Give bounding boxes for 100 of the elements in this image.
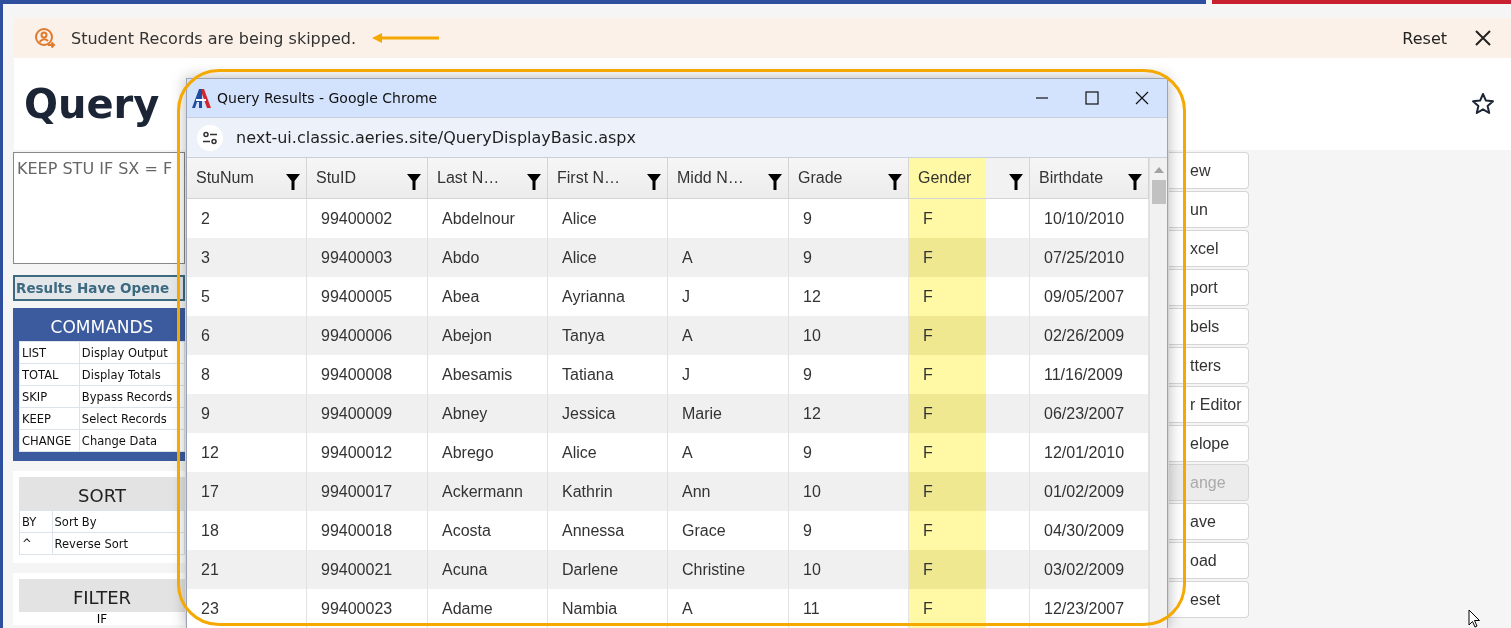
action-button[interactable]: oad: [1169, 542, 1249, 579]
header-label: StuNum: [196, 169, 254, 187]
table-cell: Darlene: [562, 560, 619, 579]
table-cell: Adame: [442, 599, 493, 618]
table-cell: 9: [803, 443, 812, 462]
action-button[interactable]: xcel: [1169, 230, 1249, 267]
description-cell: Display Output: [79, 341, 185, 364]
table-cell: A: [682, 326, 693, 345]
table-cell: 09/05/2007: [1044, 287, 1125, 306]
filter-icon[interactable]: [647, 174, 661, 190]
table-cell: Abdelnour: [442, 209, 515, 228]
table-cell: 99400017: [321, 482, 393, 501]
table-cell: 10: [803, 326, 821, 345]
filter-icon[interactable]: [527, 174, 541, 190]
status-message: Results Have Opene: [13, 275, 185, 301]
table-cell: J: [682, 287, 690, 306]
action-button[interactable]: r Editor: [1169, 386, 1249, 423]
table-cell: Abejon: [442, 326, 492, 345]
action-button[interactable]: ave: [1169, 503, 1249, 540]
scrollbar[interactable]: [1149, 158, 1167, 628]
description-cell: Select Records: [79, 407, 185, 430]
table-cell: A: [682, 443, 693, 462]
column-header[interactable]: Last N…: [428, 158, 548, 199]
table-cell: 11: [803, 599, 820, 618]
scrollbar-thumb[interactable]: [1152, 180, 1166, 204]
header-label: Grade: [798, 169, 843, 187]
table-cell: Tatiana: [562, 365, 614, 384]
table-cell: 9: [803, 365, 812, 384]
table-cell: 02/26/2009: [1044, 326, 1125, 345]
action-button[interactable]: bels: [1169, 308, 1249, 345]
table-cell: Tanya: [562, 326, 605, 345]
table-cell: 5: [201, 287, 210, 306]
table-cell: 12: [803, 287, 821, 306]
table-cell: 06/23/2007: [1044, 404, 1125, 423]
table-cell: Kathrin: [562, 482, 613, 501]
close-icon[interactable]: [1475, 30, 1491, 46]
star-icon[interactable]: [1471, 92, 1495, 116]
command-cell: BY: [19, 510, 53, 533]
command-cell: KEEP: [19, 407, 80, 430]
column-header[interactable]: StuID: [307, 158, 428, 199]
table-cell: 21: [201, 560, 219, 579]
action-button[interactable]: elope: [1169, 425, 1249, 462]
table-cell: 12/01/2010: [1044, 443, 1125, 462]
action-button[interactable]: ew: [1169, 152, 1249, 189]
table-cell: 17: [201, 482, 219, 501]
table-cell: F: [923, 599, 933, 618]
reset-button[interactable]: Reset: [1398, 26, 1451, 50]
table-cell: 2: [201, 209, 210, 228]
column-header[interactable]: Birthdate: [1030, 158, 1149, 199]
table-cell: Acuna: [442, 560, 488, 579]
window-title: Query Results - Google Chrome: [217, 90, 439, 106]
panel-title: FILTER: [19, 579, 185, 612]
table-cell: 10: [803, 482, 821, 501]
panel-title: COMMANDS: [49, 316, 155, 339]
action-button[interactable]: eset: [1169, 581, 1249, 618]
table-cell: 99400002: [321, 209, 393, 228]
table-cell: 6: [201, 326, 210, 345]
table-cell: 9: [803, 521, 812, 540]
table-cell: F: [923, 287, 933, 306]
column-header[interactable]: StuNum: [187, 158, 307, 199]
command-cell: ^: [19, 532, 53, 555]
table-cell: Abrego: [442, 443, 494, 462]
table-cell: F: [923, 560, 933, 579]
action-button[interactable]: un: [1169, 191, 1249, 228]
site-settings-icon[interactable]: [197, 124, 223, 151]
close-icon[interactable]: [1135, 91, 1149, 105]
filter-icon[interactable]: [1128, 174, 1142, 190]
table-cell: Jessica: [562, 404, 616, 423]
logo-icon: [191, 88, 211, 108]
table-cell: F: [923, 404, 933, 423]
maximize-icon[interactable]: [1085, 91, 1099, 105]
filter-icon[interactable]: [407, 174, 421, 190]
table-cell: 3: [201, 248, 210, 267]
filter-icon[interactable]: [888, 174, 902, 190]
action-button[interactable]: port: [1169, 269, 1249, 306]
column-header[interactable]: Midd N…: [668, 158, 789, 199]
url-text[interactable]: next-ui.classic.aeries.site/QueryDisplayBasic.aspx: [236, 128, 636, 147]
table-cell: 99400021: [321, 560, 393, 579]
command-cell: TOTAL: [19, 363, 80, 386]
table-cell: 12: [201, 443, 219, 462]
table-cell: 99400006: [321, 326, 393, 345]
table-cell: F: [923, 326, 933, 345]
column-header[interactable]: Grade: [789, 158, 909, 199]
table-cell: 04/30/2009: [1044, 521, 1125, 540]
action-button[interactable]: tters: [1169, 347, 1249, 384]
table-cell: F: [923, 209, 933, 228]
table-cell: Acosta: [442, 521, 491, 540]
table-cell: F: [923, 443, 933, 462]
command-cell: LIST: [19, 341, 80, 364]
table-cell: 01/02/2009: [1044, 482, 1125, 501]
description-cell: Display Totals: [79, 363, 185, 386]
query-input[interactable]: KEEP STU IF SX = F: [13, 152, 185, 264]
filter-icon[interactable]: [768, 174, 782, 190]
table-cell: Marie: [682, 404, 722, 423]
table-cell: 18: [201, 521, 219, 540]
filter-icon[interactable]: [1009, 174, 1023, 190]
table-cell: Abesamis: [442, 365, 513, 384]
column-header[interactable]: First N…: [548, 158, 668, 199]
filter-icon[interactable]: [286, 174, 300, 190]
column-header[interactable]: Gender: [909, 158, 1030, 199]
